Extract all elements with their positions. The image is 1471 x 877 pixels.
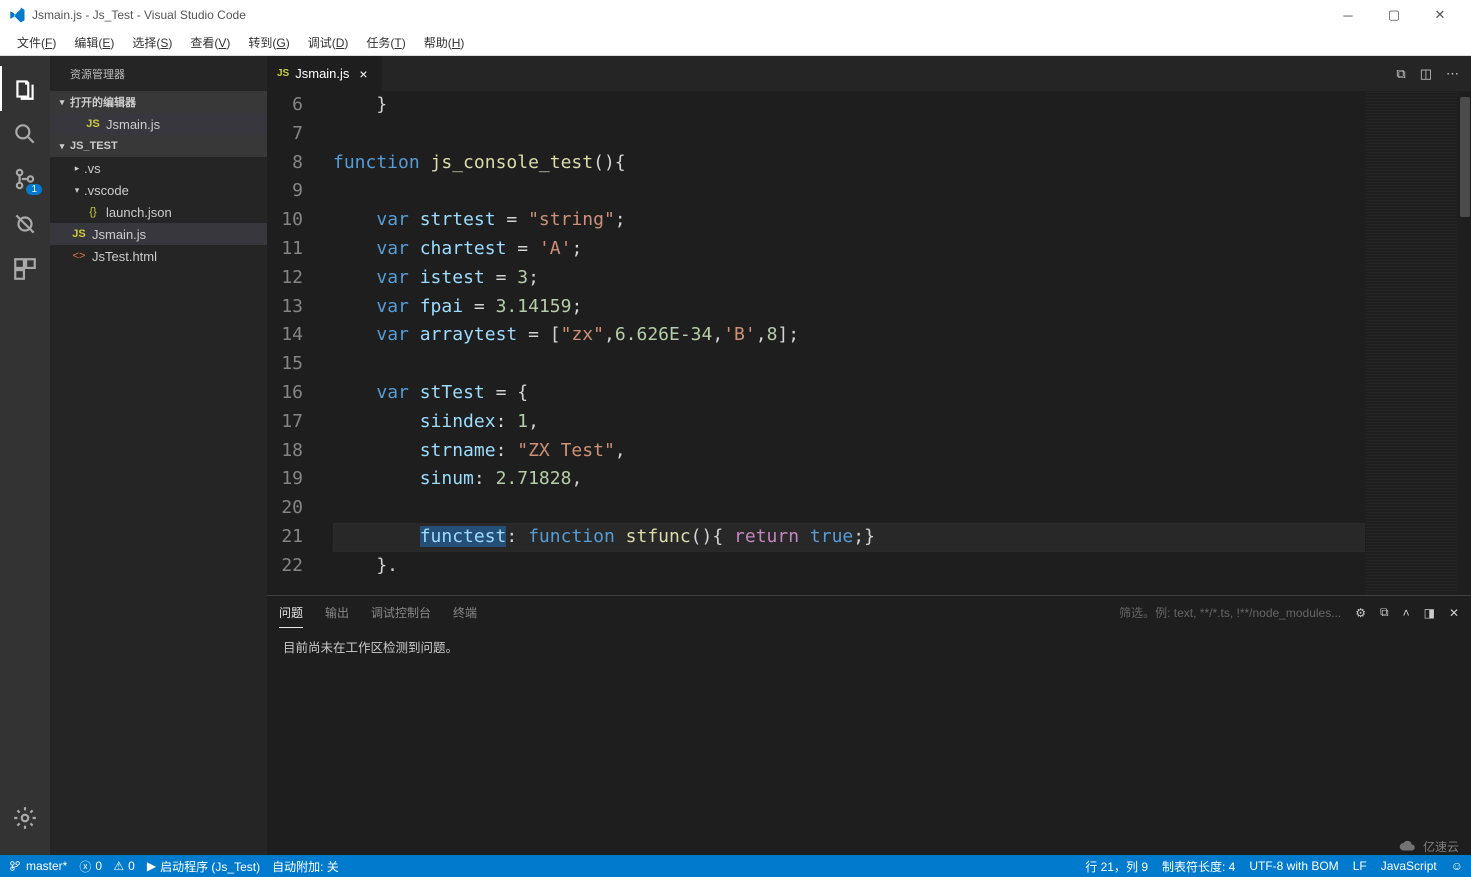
collapse-icon[interactable]: ⧉ xyxy=(1380,605,1389,620)
status-language[interactable]: JavaScript xyxy=(1381,858,1437,875)
menu-v[interactable]: 查看(V) xyxy=(181,30,239,55)
activity-bar: 1 xyxy=(0,56,50,855)
file-label: launch.json xyxy=(106,205,172,220)
chevron-down-icon: ▾ xyxy=(54,141,70,152)
status-attach[interactable]: 自动附加: 关 xyxy=(272,858,339,875)
cloud-icon xyxy=(1399,837,1417,855)
file-label: JsTest.html xyxy=(92,249,157,264)
editor-scrollbar[interactable] xyxy=(1457,91,1471,595)
bottom-panel: 问题 输出 调试控制台 终端 筛选。例: text, **/*.ts, !**/… xyxy=(267,595,1471,855)
gear-icon xyxy=(12,805,38,831)
gear-icon[interactable]: ⚙ xyxy=(1355,606,1366,620)
status-launch[interactable]: ▶ 启动程序 (Js_Test) xyxy=(147,858,260,875)
panel-tab-problems[interactable]: 问题 xyxy=(279,598,303,628)
bug-icon xyxy=(12,211,38,237)
js-icon: JS xyxy=(84,118,102,130)
window-title: Jsmain.js - Js_Test - Visual Studio Code xyxy=(32,8,246,22)
panel-tab-debug-console[interactable]: 调试控制台 xyxy=(371,598,431,627)
code-editor[interactable]: 678910111213141516171819202122 } functio… xyxy=(267,91,1365,595)
status-cursor[interactable]: 行 21，列 9 xyxy=(1085,858,1148,875)
split-editor-icon[interactable]: ◫ xyxy=(1420,66,1432,82)
panel-body: 目前尚未在工作区检测到问题。 xyxy=(267,629,1471,664)
open-editor-item[interactable]: JS Jsmain.js xyxy=(50,113,267,135)
debug-tab[interactable] xyxy=(0,201,50,246)
status-branch[interactable]: master* xyxy=(8,859,67,873)
folder-vs[interactable]: ▸.vs xyxy=(50,157,267,179)
maximize-button[interactable]: ▢ xyxy=(1371,0,1417,30)
menu-s[interactable]: 选择(S) xyxy=(123,30,181,55)
branch-icon xyxy=(8,859,22,873)
status-tabsize[interactable]: 制表符长度: 4 xyxy=(1162,858,1235,875)
source-control-tab[interactable]: 1 xyxy=(0,156,50,201)
titlebar: Jsmain.js - Js_Test - Visual Studio Code… xyxy=(0,0,1471,30)
minimize-button[interactable]: ─ xyxy=(1325,0,1371,30)
file-jsmain[interactable]: JS Jsmain.js xyxy=(50,223,267,245)
watermark: 亿速云 xyxy=(1399,837,1459,855)
status-problems[interactable]: ⓧ0 ⚠0 xyxy=(79,858,135,875)
extensions-icon xyxy=(12,256,38,282)
status-eol[interactable]: LF xyxy=(1353,858,1367,875)
menu-t[interactable]: 任务(T) xyxy=(357,30,414,55)
panel-filter[interactable]: 筛选。例: text, **/*.ts, !**/node_modules... xyxy=(1119,604,1341,621)
editor-area: JS Jsmain.js × ⧉ ◫ ⋯ 6789101112131415161… xyxy=(267,56,1471,855)
html-icon: <> xyxy=(70,250,88,262)
extensions-tab[interactable] xyxy=(0,246,50,291)
sidebar: 资源管理器 ▾打开的编辑器 JSJsmain.js ▾JS_TEST ▸.vs … xyxy=(50,56,267,855)
scm-badge: 1 xyxy=(26,184,42,195)
menubar: 文件(F)编辑(E)选择(S)查看(V)转到(G)调试(D)任务(T)帮助(H) xyxy=(0,30,1471,56)
open-editors-section[interactable]: ▾打开的编辑器 xyxy=(50,91,267,113)
panel-tab-output[interactable]: 输出 xyxy=(325,598,349,627)
file-label: Jsmain.js xyxy=(106,117,160,132)
chevron-down-icon: ▾ xyxy=(70,185,84,196)
maximize-panel-icon[interactable]: ◨ xyxy=(1424,606,1435,620)
compare-icon[interactable]: ⧉ xyxy=(1396,66,1405,82)
file-jstest-html[interactable]: <> JsTest.html xyxy=(50,245,267,267)
menu-d[interactable]: 调试(D) xyxy=(299,30,358,55)
minimap[interactable] xyxy=(1365,91,1457,595)
js-icon: JS xyxy=(277,68,289,79)
tab-bar: JS Jsmain.js × ⧉ ◫ ⋯ xyxy=(267,56,1471,91)
more-icon[interactable]: ⋯ xyxy=(1446,66,1459,82)
files-icon xyxy=(12,76,38,102)
js-icon: JS xyxy=(70,228,88,240)
tab-label: Jsmain.js xyxy=(295,66,349,81)
folder-vscode[interactable]: ▾.vscode xyxy=(50,179,267,201)
folder-label: .vscode xyxy=(84,183,129,198)
chevron-up-icon[interactable]: ˄ xyxy=(1403,606,1410,620)
folder-label: .vs xyxy=(84,161,101,176)
section-label: JS_TEST xyxy=(70,140,118,152)
sidebar-title: 资源管理器 xyxy=(50,56,267,91)
search-icon xyxy=(12,121,38,147)
file-label: Jsmain.js xyxy=(92,227,146,242)
close-tab-icon[interactable]: × xyxy=(355,66,371,82)
explorer-tab[interactable] xyxy=(0,66,50,111)
feedback-icon[interactable]: ☺ xyxy=(1451,858,1463,875)
menu-g[interactable]: 转到(G) xyxy=(239,30,298,55)
close-button[interactable]: ✕ xyxy=(1417,0,1463,30)
chevron-down-icon: ▾ xyxy=(54,97,70,108)
search-tab[interactable] xyxy=(0,111,50,156)
workspace-section[interactable]: ▾JS_TEST xyxy=(50,135,267,157)
chevron-right-icon: ▸ xyxy=(70,163,84,174)
settings-button[interactable] xyxy=(0,795,50,840)
status-bar: master* ⓧ0 ⚠0 ▶ 启动程序 (Js_Test) 自动附加: 关 行… xyxy=(0,855,1471,877)
json-icon: {} xyxy=(84,206,102,218)
menu-f[interactable]: 文件(F) xyxy=(8,30,65,55)
section-label: 打开的编辑器 xyxy=(70,94,136,110)
vscode-logo-icon xyxy=(8,6,26,24)
close-panel-icon[interactable]: ✕ xyxy=(1449,606,1459,620)
status-encoding[interactable]: UTF-8 with BOM xyxy=(1249,858,1338,875)
file-launch-json[interactable]: {} launch.json xyxy=(50,201,267,223)
editor-tab[interactable]: JS Jsmain.js × xyxy=(267,56,382,91)
menu-h[interactable]: 帮助(H) xyxy=(415,30,474,55)
menu-e[interactable]: 编辑(E) xyxy=(65,30,123,55)
panel-tab-terminal[interactable]: 终端 xyxy=(453,598,477,627)
